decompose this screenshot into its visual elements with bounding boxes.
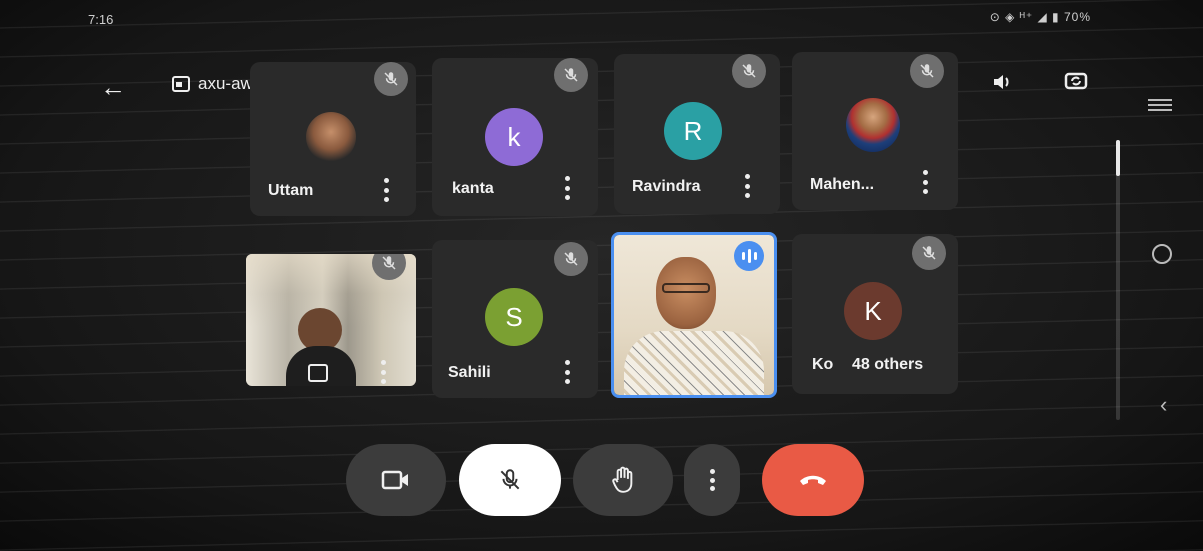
active-speaker-tile[interactable] (611, 232, 777, 398)
mic-off-icon (500, 469, 520, 490)
home-icon[interactable] (1152, 244, 1172, 264)
avatar: R (664, 102, 722, 160)
participant-name: Ravindra (632, 178, 701, 195)
end-call-icon (800, 475, 826, 485)
camera-icon (381, 470, 408, 490)
participant-tile[interactable]: S Sahili (432, 240, 598, 398)
participant-tile[interactable]: R Ravindra (614, 54, 780, 214)
participant-tile[interactable]: Mahen... (792, 52, 958, 210)
others-tile[interactable]: K Ko 48 others (792, 234, 958, 394)
avatar: K (844, 282, 902, 340)
speaking-indicator-icon (734, 241, 764, 271)
more-vertical-icon[interactable] (922, 170, 928, 194)
more-vertical-icon (709, 469, 715, 491)
meeting-screen: 7:16 ⊙ ◈ ᴴ⁺ ◢ ▮ 70% ← axu-awzf-xie Uttam… (0, 0, 1203, 551)
person-shirt (624, 331, 764, 395)
top-bar: ← axu-awzf-xie (0, 60, 1203, 110)
person-glasses (662, 283, 710, 293)
participant-photo (306, 112, 356, 162)
chevron-left-icon[interactable]: ‹ (1160, 392, 1167, 418)
more-options-button[interactable] (684, 444, 740, 516)
mic-off-icon (912, 236, 946, 270)
mic-off-icon (374, 62, 408, 96)
participant-name: kanta (452, 180, 494, 197)
participant-name: Mahen... (810, 176, 875, 193)
camera-icon[interactable] (308, 364, 328, 382)
more-vertical-icon[interactable] (564, 176, 570, 200)
mic-off-icon (554, 58, 588, 92)
participant-tile[interactable]: Uttam (250, 62, 416, 216)
mic-off-icon (910, 54, 944, 88)
person-head (656, 257, 716, 329)
others-count: 48 others (852, 356, 924, 373)
speaker-icon[interactable] (990, 70, 1014, 100)
participant-name: Sahili (448, 364, 491, 381)
participant-video-tile[interactable] (246, 254, 416, 386)
scrollbar-thumb[interactable] (1116, 140, 1120, 176)
more-vertical-icon[interactable] (383, 178, 389, 202)
status-indicators: ⊙ ◈ ᴴ⁺ ◢ ▮ 70% (989, 10, 1091, 24)
calendar-icon (172, 76, 190, 92)
participant-name: Uttam (268, 182, 314, 199)
status-time: 7:16 (88, 12, 114, 27)
more-vertical-icon[interactable] (380, 360, 386, 384)
more-vertical-icon[interactable] (744, 174, 750, 198)
end-call-button[interactable] (762, 444, 864, 516)
camera-toggle-button[interactable] (346, 444, 446, 516)
mic-off-icon (554, 242, 588, 276)
raise-hand-button[interactable] (573, 444, 673, 516)
more-vertical-icon[interactable] (564, 360, 570, 384)
raise-hand-icon (612, 466, 633, 493)
avatar: S (485, 288, 543, 346)
participant-photo (846, 98, 900, 152)
mic-toggle-button[interactable] (459, 444, 561, 516)
arrow-left-icon[interactable]: ← (100, 72, 126, 103)
participant-name: Ko (812, 356, 834, 373)
menu-icon[interactable] (1148, 96, 1172, 114)
switch-camera-icon[interactable] (1062, 66, 1090, 101)
avatar: k (485, 108, 543, 166)
mic-off-icon (732, 54, 766, 88)
participant-tile[interactable]: k kanta (432, 58, 598, 216)
scrollbar[interactable] (1116, 140, 1120, 420)
